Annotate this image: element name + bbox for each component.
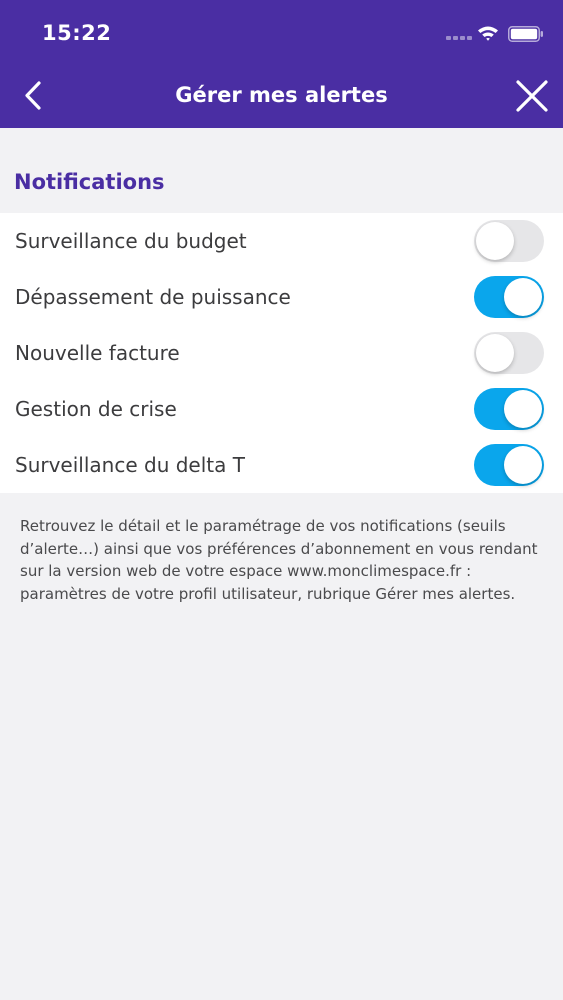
toggle-puissance[interactable]: [474, 276, 544, 318]
screen: 15:22 Gérer mes alertes Notifications Su…: [0, 0, 563, 1000]
notifications-help-text: Retrouvez le détail et le paramétrage de…: [20, 517, 538, 603]
setting-row-budget: Surveillance du budget: [0, 213, 563, 269]
toggle-delta-t[interactable]: [474, 444, 544, 486]
header: 15:22 Gérer mes alertes: [0, 0, 563, 128]
notifications-list: Surveillance du budget Dépassement de pu…: [0, 213, 563, 493]
chevron-left-icon: [25, 81, 41, 110]
toggle-knob: [476, 222, 514, 260]
toggle-budget[interactable]: [474, 220, 544, 262]
setting-label: Surveillance du budget: [15, 229, 247, 253]
toggle-crise[interactable]: [474, 388, 544, 430]
toggle-knob: [504, 278, 542, 316]
close-icon: [516, 80, 548, 112]
battery-icon: [508, 26, 543, 42]
toggle-knob: [504, 390, 542, 428]
status-bar: 15:22: [0, 0, 563, 64]
status-time: 15:22: [42, 21, 112, 45]
toggle-facture[interactable]: [474, 332, 544, 374]
cellular-signal-icon: [446, 36, 472, 40]
wifi-icon: [478, 26, 498, 41]
setting-label: Dépassement de puissance: [15, 285, 291, 309]
toggle-knob: [476, 334, 514, 372]
close-button[interactable]: [508, 74, 554, 118]
toggle-knob: [504, 446, 542, 484]
setting-label: Surveillance du delta T: [15, 453, 245, 477]
navigation-bar: Gérer mes alertes: [0, 64, 563, 128]
notifications-section-title: Notifications: [14, 170, 165, 194]
setting-label: Gestion de crise: [15, 397, 177, 421]
setting-row-crise: Gestion de crise: [0, 381, 563, 437]
setting-label: Nouvelle facture: [15, 341, 180, 365]
setting-row-delta-t: Surveillance du delta T: [0, 437, 563, 493]
setting-row-facture: Nouvelle facture: [0, 325, 563, 381]
back-button[interactable]: [10, 74, 56, 118]
page-title: Gérer mes alertes: [175, 83, 388, 107]
setting-row-puissance: Dépassement de puissance: [0, 269, 563, 325]
